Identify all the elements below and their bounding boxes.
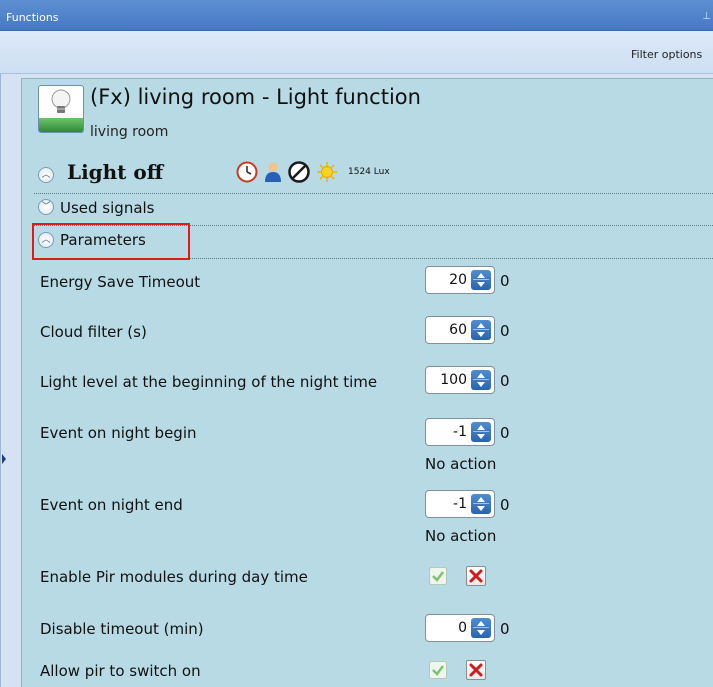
- param-event-night-end-label: Event on night end: [40, 496, 183, 514]
- spinner-arrows-icon[interactable]: [471, 370, 491, 390]
- disabled-icon: [288, 161, 310, 183]
- event-night-begin-spinner[interactable]: -1: [425, 418, 495, 446]
- param-disable-timeout-label: Disable timeout (min): [40, 620, 204, 638]
- param-extra-value: 0: [500, 620, 510, 638]
- lux-reading: 1524 Lux: [348, 167, 390, 177]
- event-night-begin-action: No action: [425, 455, 497, 473]
- param-cloud-filter-label: Cloud filter (s): [40, 323, 147, 341]
- event-night-end-action: No action: [425, 527, 497, 545]
- event-night-end-spinner[interactable]: -1: [425, 490, 495, 518]
- check-icon[interactable]: [429, 661, 447, 679]
- cross-icon[interactable]: [466, 660, 486, 680]
- spinner-arrows-icon[interactable]: [471, 270, 491, 290]
- filter-options-button[interactable]: Filter options: [631, 48, 702, 61]
- param-extra-value: 0: [500, 372, 510, 390]
- param-extra-value: 0: [500, 496, 510, 514]
- cloud-filter-spinner[interactable]: 60: [425, 316, 495, 344]
- param-energy-save-timeout-label: Energy Save Timeout: [40, 273, 201, 291]
- disable-timeout-spinner[interactable]: 0: [425, 614, 495, 642]
- energy-save-timeout-spinner[interactable]: 20: [425, 266, 495, 294]
- collapse-status-button[interactable]: ︿: [38, 167, 54, 183]
- used-signals-label[interactable]: Used signals: [60, 199, 155, 217]
- light-level-spinner[interactable]: 100: [425, 366, 495, 394]
- pin-icon[interactable]: ⊥: [702, 11, 711, 22]
- light-bulb-icon: [51, 89, 71, 113]
- window-title: Functions: [6, 11, 59, 24]
- param-light-level-label: Light level at the beginning of the nigh…: [40, 373, 378, 391]
- clock-icon: [236, 161, 258, 183]
- filter-toolbar: Filter options: [0, 31, 713, 74]
- window-titlebar: Functions ⊥: [0, 0, 713, 31]
- sun-icon: [317, 162, 337, 182]
- function-room: living room: [90, 124, 169, 140]
- room-icon: [39, 118, 83, 132]
- spinner-value: -1: [453, 496, 467, 512]
- spinner-value: -1: [453, 424, 467, 440]
- spinner-arrows-icon[interactable]: [471, 320, 491, 340]
- expand-arrow-icon[interactable]: [2, 454, 6, 464]
- spinner-arrows-icon[interactable]: [471, 422, 491, 442]
- param-extra-value: 0: [500, 272, 510, 290]
- param-event-night-begin-label: Event on night begin: [40, 424, 197, 442]
- spinner-value: 100: [440, 372, 467, 388]
- parameters-highlight-box: [32, 223, 190, 260]
- param-allow-pir-label: Allow pir to switch on: [40, 662, 201, 680]
- cross-mark-icon: [469, 663, 483, 677]
- spinner-value: 0: [458, 620, 467, 636]
- param-extra-value: 0: [500, 322, 510, 340]
- expand-used-signals-button[interactable]: ﹀: [38, 199, 54, 215]
- light-function-icon[interactable]: [38, 85, 84, 133]
- spinner-arrows-icon[interactable]: [471, 618, 491, 638]
- param-extra-value: 0: [500, 424, 510, 442]
- light-status: Light off: [67, 160, 164, 184]
- param-enable-pir-label: Enable Pir modules during day time: [40, 568, 308, 586]
- check-icon[interactable]: [429, 567, 447, 585]
- spinner-arrows-icon[interactable]: [471, 494, 491, 514]
- person-icon: [265, 162, 281, 182]
- cross-mark-icon: [469, 569, 483, 583]
- function-title: (Fx) living room - Light function: [90, 85, 421, 109]
- spinner-value: 60: [449, 322, 467, 338]
- spinner-value: 20: [449, 272, 467, 288]
- cross-icon[interactable]: [466, 566, 486, 586]
- divider: [34, 193, 713, 194]
